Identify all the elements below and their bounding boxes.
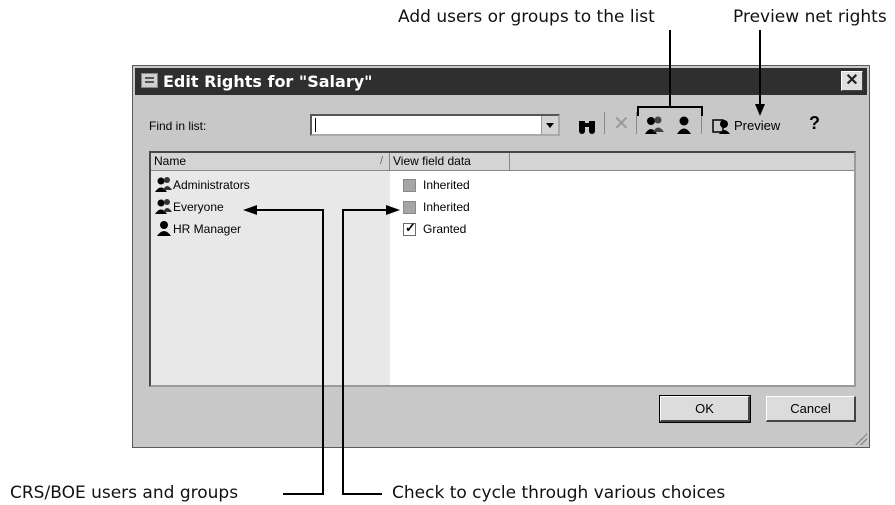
callout-bracket-add-users [637,106,703,108]
app-icon [141,73,158,88]
find-in-list-input[interactable] [310,114,560,136]
checkmark-icon: ✓ [405,220,416,235]
help-icon[interactable]: ? [809,113,820,133]
callout-line-preview [759,30,761,105]
callout-arrow-crs-users [243,205,257,215]
dialog-title: Edit Rights for "Salary" [163,72,373,91]
sort-indicator: / [379,155,383,167]
callout-line-add-users [669,30,671,107]
group-icon [155,199,172,214]
callout-add-users: Add users or groups to the list [398,7,655,27]
callout-crs-users: CRS/BOE users and groups [10,483,239,503]
user-icon [157,221,171,236]
callout-line-crs-users [255,209,324,211]
toolbar-separator [604,112,605,134]
inherited-checkbox[interactable] [403,201,416,214]
rights-list[interactable]: Name / View field data Administrators In… [149,151,856,387]
callout-line-crs-users [283,493,324,495]
column-header-filler [510,153,854,171]
preview-icon[interactable] [710,115,732,137]
row-name[interactable]: Everyone [173,200,224,214]
callout-bracket-add-users [701,106,703,116]
row-state: Granted [423,222,467,236]
close-button[interactable]: ✕ [841,71,863,91]
column-header-name[interactable]: Name / [151,153,390,171]
find-in-list-label: Find in list: [149,119,207,133]
callout-line-check-cycle [342,209,344,494]
callout-arrow-preview [755,104,765,116]
row-state: Inherited [423,200,470,214]
title-bar: Edit Rights for "Salary" ✕ [135,68,867,95]
group-icon [155,177,172,192]
callout-bracket-add-users [637,106,639,116]
edit-rights-dialog: Edit Rights for "Salary" ✕ Find in list:… [132,65,870,448]
callout-arrow-check-cycle [386,205,400,215]
row-name[interactable]: HR Manager [173,222,241,236]
callout-preview-rights: Preview net rights [733,7,887,27]
preview-button-label[interactable]: Preview [734,116,780,136]
ok-button[interactable]: OK [659,395,751,423]
inherited-checkbox[interactable] [403,179,416,192]
row-state: Inherited [423,178,470,192]
column-header-name-label: Name [154,154,187,168]
cancel-button[interactable]: Cancel [766,396,856,422]
text-caret [315,118,316,132]
binoculars-icon[interactable] [576,115,598,137]
column-header-view-field-data[interactable]: View field data [390,153,510,171]
callout-line-crs-users [322,209,324,494]
add-group-icon[interactable] [643,114,665,136]
callout-line-check-cycle [342,493,382,495]
add-user-icon[interactable] [673,114,695,136]
callout-check-cycle: Check to cycle through various choices [392,483,726,503]
callout-line-check-cycle [342,209,387,211]
delete-icon[interactable]: ✕ [613,114,630,134]
granted-checkbox[interactable]: ✓ [403,220,416,236]
resize-grip[interactable] [855,433,867,445]
find-dropdown-button[interactable] [541,116,558,134]
row-name[interactable]: Administrators [173,178,250,192]
